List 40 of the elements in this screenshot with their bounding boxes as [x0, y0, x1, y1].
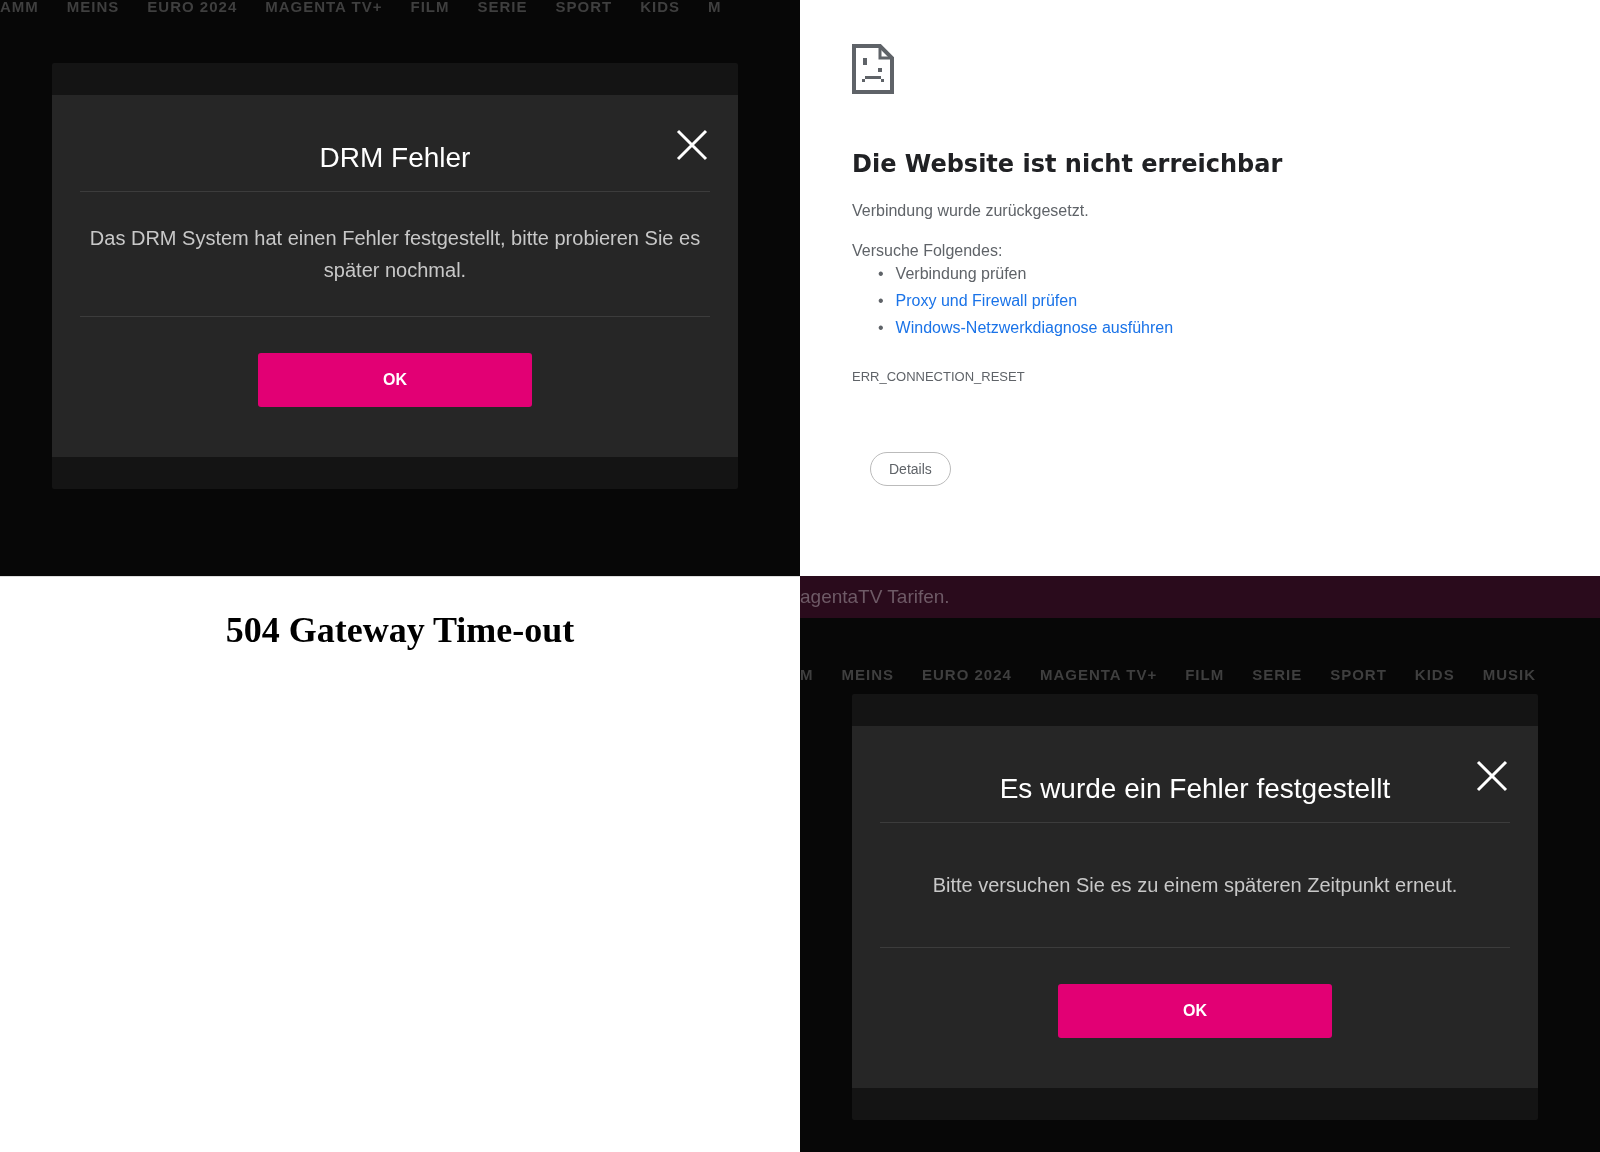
nav-link[interactable]: KIDS	[1414, 668, 1455, 682]
bullet: •	[878, 318, 884, 337]
nav-link[interactable]: SERIE	[477, 0, 528, 14]
suggestions-title: Versuche Folgendes:	[852, 242, 1003, 260]
close-icon[interactable]	[1476, 760, 1508, 792]
nav-link[interactable]: FILM	[1185, 668, 1225, 682]
nav-link[interactable]: MEINS	[66, 0, 120, 14]
nav-link[interactable]: M	[800, 668, 814, 682]
nav-link[interactable]: SPORT	[555, 0, 613, 14]
suggestion-text: Verbindung prüfen	[895, 264, 1027, 283]
nav-link[interactable]: MUSIK	[1482, 668, 1537, 682]
dialog-message: Das DRM System hat einen Fehler festgestellt, bitte probieren Sie es später nochmal.	[80, 192, 710, 317]
bullet: •	[878, 291, 884, 310]
banner-text: agentaTV Tarifen.	[800, 576, 1600, 618]
nav-link[interactable]: KIDS	[640, 0, 681, 14]
nav-link[interactable]: SPORT	[1330, 668, 1387, 682]
nav-link[interactable]: MAGENTA TV+	[1039, 668, 1158, 682]
bullet: •	[878, 264, 884, 283]
error-code: ERR_CONNECTION_RESET	[852, 369, 1025, 384]
dialog-message: Bitte versuchen Sie es zu einem späteren Zeitpunkt erneut.	[880, 823, 1510, 948]
nav-link[interactable]: SERIE	[1252, 668, 1303, 682]
suggestion-link[interactable]: Windows-Netzwerkdiagnose ausführen	[895, 318, 1174, 337]
nav-link[interactable]: EURO 2024	[922, 668, 1012, 682]
suggestion-link[interactable]: Proxy und Firewall prüfen	[895, 291, 1078, 310]
nav-link[interactable]: MEINS	[841, 668, 894, 682]
nav-link[interactable]: EURO 2024	[147, 0, 238, 14]
broken-page-icon	[852, 44, 894, 94]
error-subtitle: Verbindung wurde zurückgesetzt.	[852, 202, 1089, 220]
dialog-title: DRM Fehler	[80, 125, 710, 192]
nav-link[interactable]: AMM	[0, 0, 39, 14]
nav-link[interactable]: MAGENTA TV+	[265, 0, 383, 14]
close-icon[interactable]	[676, 129, 708, 161]
dialog-title: Es wurde ein Fehler festgestellt	[880, 756, 1510, 823]
error-title: 504 Gateway Time-out	[225, 609, 575, 651]
ok-button[interactable]: OK	[1058, 984, 1332, 1038]
error-heading: Die Website ist nicht erreichbar	[852, 150, 1283, 178]
ok-button[interactable]: OK	[258, 353, 532, 407]
details-button[interactable]: Details	[870, 452, 951, 486]
nav-link[interactable]: FILM	[410, 0, 450, 14]
nav-link[interactable]: M	[708, 0, 722, 14]
